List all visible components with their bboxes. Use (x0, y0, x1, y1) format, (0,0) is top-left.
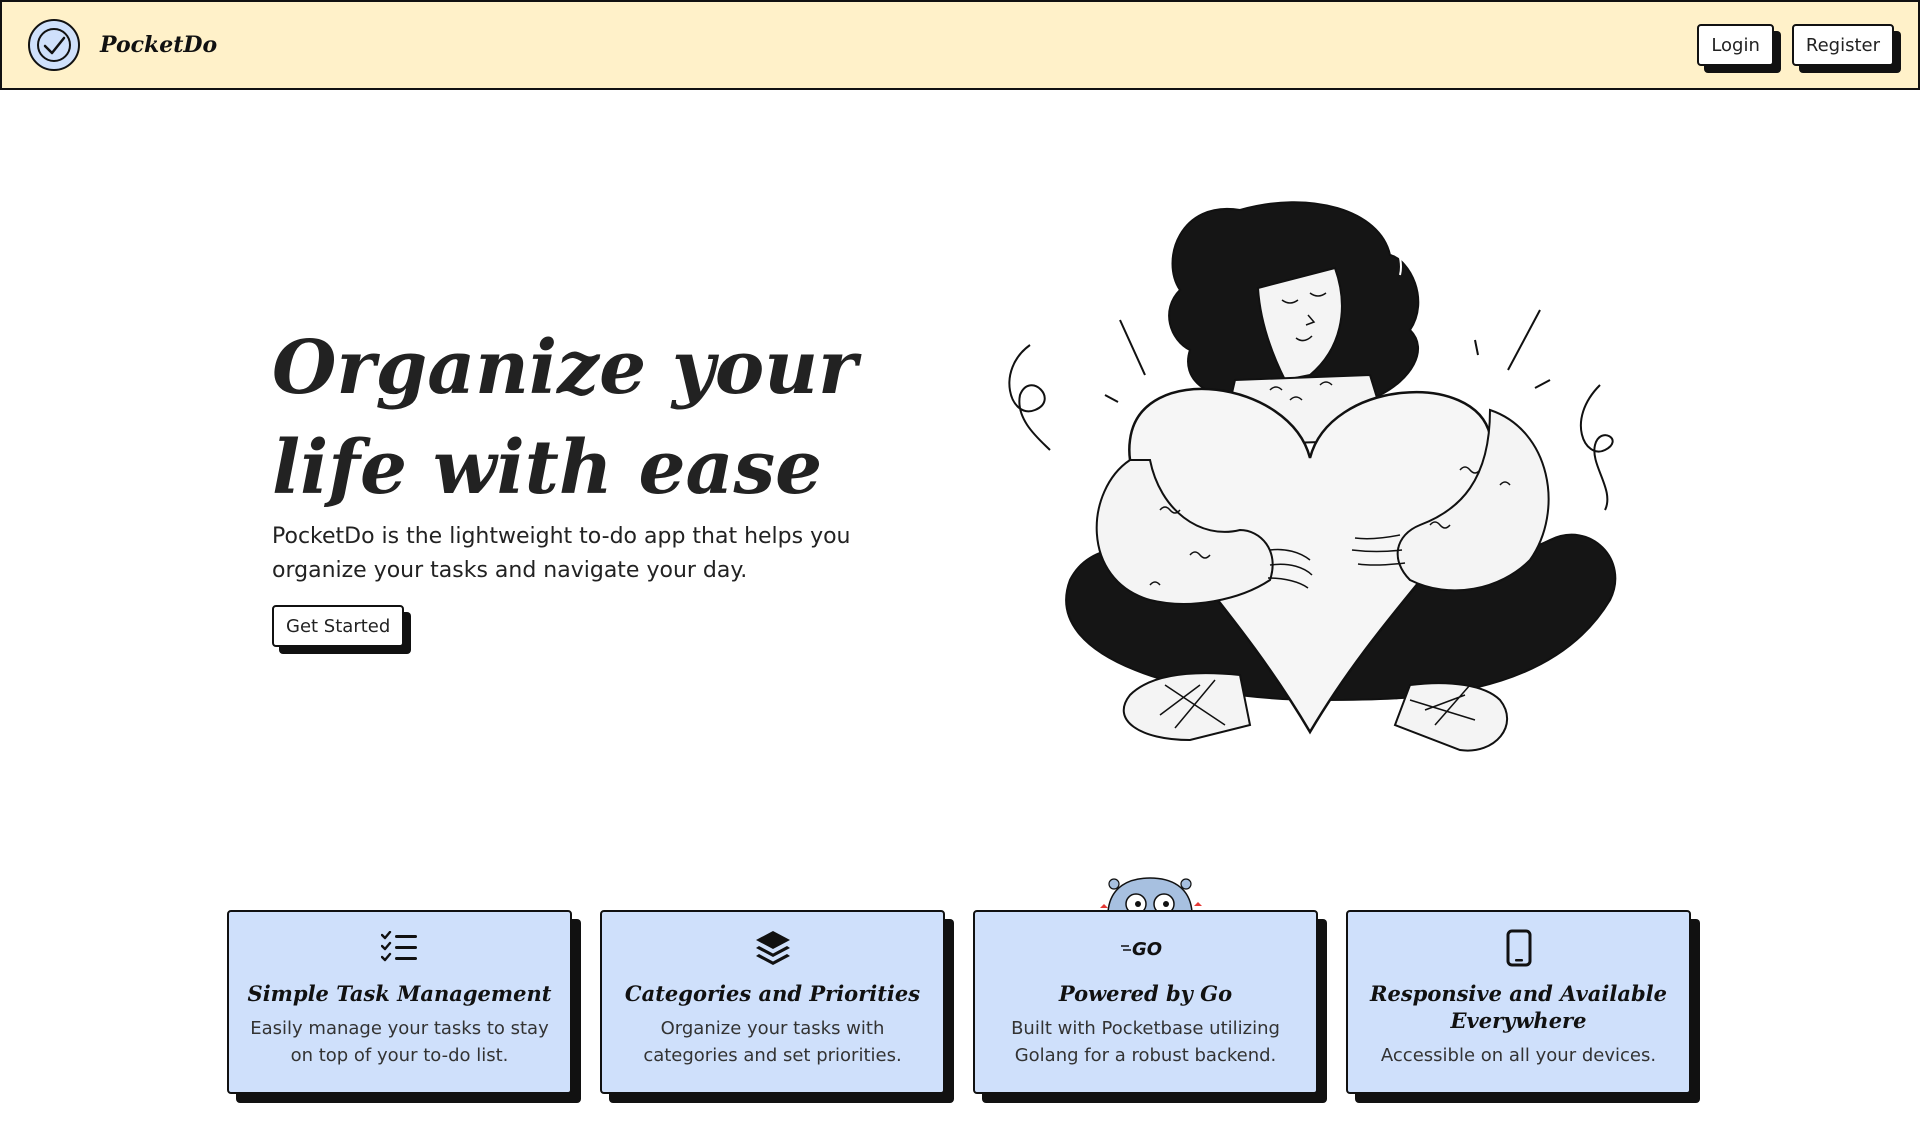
hero-title: Organize your life with ease (272, 318, 912, 518)
features-section: Simple Task Management Easily manage you… (227, 910, 1707, 1096)
checkmark-logo-icon[interactable] (28, 19, 80, 71)
feature-card-powered-by-go: GO Powered by Go Built with Pocketbase u… (973, 910, 1318, 1094)
register-button[interactable]: Register (1791, 24, 1894, 66)
get-started-button[interactable]: Get Started (272, 605, 405, 647)
feature-title: Responsive and Available Everywhere (1370, 981, 1667, 1033)
navbar: PocketDo Login Register (0, 0, 1920, 90)
brand-name[interactable]: PocketDo (100, 32, 217, 58)
go-logo-text: GO (1132, 939, 1162, 959)
checklist-icon (229, 928, 570, 968)
feature-description: Accessible on all your devices. (1380, 1045, 1657, 1066)
mobile-icon (1348, 928, 1689, 968)
feature-description: Organize your tasks with categories and … (643, 1018, 902, 1066)
feature-title: Categories and Priorities (624, 981, 921, 1006)
hero-subtitle: PocketDo is the lightweight to-do app th… (272, 524, 851, 583)
feature-title: Simple Task Management (247, 981, 552, 1006)
hero-title-line-2: life with ease (272, 425, 823, 511)
gopher-mascot-icon (1090, 876, 1210, 915)
feature-card-responsive: Responsive and Available Everywhere Acce… (1346, 910, 1691, 1094)
nav-actions: Login Register (1697, 24, 1894, 66)
feature-card-task-management: Simple Task Management Easily manage you… (227, 910, 572, 1094)
go-logo-icon: GO (975, 928, 1316, 968)
hero-title-line-1: Organize your (272, 325, 858, 411)
login-button[interactable]: Login (1697, 24, 1774, 66)
feature-card-categories-priorities: Categories and Priorities Organize your … (600, 910, 945, 1094)
brand[interactable]: PocketDo (28, 19, 217, 71)
layers-icon (602, 928, 943, 968)
feature-description: Easily manage your tasks to stay on top … (250, 1018, 549, 1066)
woman-hugging-heart-illustration (990, 180, 1630, 780)
feature-title: Powered by Go (1058, 981, 1233, 1006)
feature-description: Built with Pocketbase utilizing Golang f… (1011, 1018, 1280, 1066)
